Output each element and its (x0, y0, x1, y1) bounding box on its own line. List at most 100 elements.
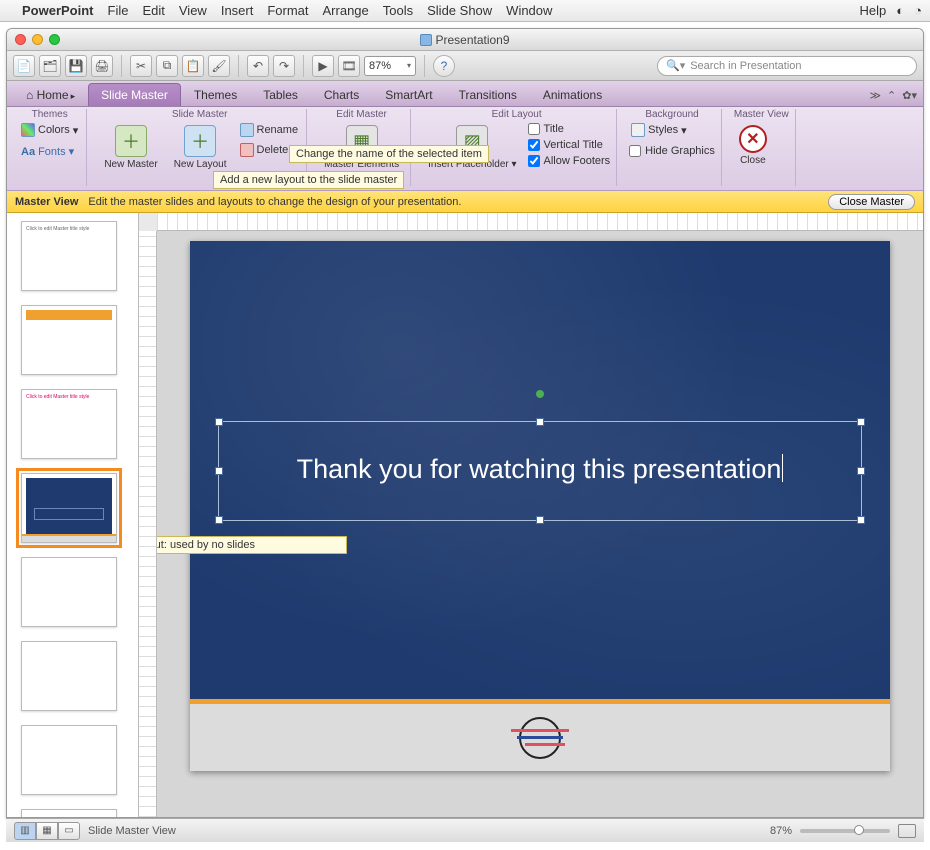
menu-file[interactable]: File (108, 3, 129, 18)
colors-button[interactable]: Colors ▾ (19, 122, 80, 138)
thumb-3[interactable]: Click to edit Master title style (21, 389, 117, 459)
copy-button[interactable]: ⧉ (156, 55, 178, 77)
paste-button[interactable]: 📋 (182, 55, 204, 77)
slide-footer (190, 699, 890, 771)
slide[interactable]: Thank you for watching this presentation (190, 241, 890, 771)
styles-button[interactable]: Styles ▾ (629, 122, 689, 138)
thumb-8[interactable] (21, 809, 117, 817)
infobar-text: Edit the master slides and layouts to ch… (88, 196, 461, 208)
fonts-button[interactable]: Aa Fonts ▾ (19, 144, 76, 159)
slide-title-text[interactable]: Thank you for watching this presentation (219, 422, 861, 485)
rename-tooltip: Change the name of the selected item (289, 145, 489, 163)
hide-graphics-checkbox[interactable]: Hide Graphics (629, 144, 715, 158)
status-zoom: 87% (770, 825, 792, 837)
title-checkbox[interactable]: Title (528, 122, 611, 136)
tab-smartart[interactable]: SmartArt (372, 83, 445, 106)
rename-button[interactable]: Rename (238, 122, 301, 138)
thumb-7[interactable] (21, 725, 117, 795)
editor: Thank you for watching this presentation… (139, 213, 923, 817)
thumb-4-selected[interactable] (21, 473, 117, 543)
search-input[interactable]: 🔍▾ Search in Presentation (657, 56, 917, 76)
thumb-5[interactable] (21, 557, 117, 627)
media-button[interactable]: 🎞 (338, 55, 360, 77)
tab-tables[interactable]: Tables (250, 83, 311, 106)
print-button[interactable]: 🖨 (91, 55, 113, 77)
infobar-label: Master View (15, 196, 78, 208)
thumbnail-panel[interactable]: Click to edit Master title style Click t… (7, 213, 139, 817)
new-master-button[interactable]: ＋New Master (99, 122, 162, 173)
new-layout-tooltip: Add a new layout to the slide master (213, 171, 404, 189)
menu-insert[interactable]: Insert (221, 3, 254, 18)
rotation-handle[interactable] (536, 390, 544, 398)
close-master-button[interactable]: Close Master (828, 194, 915, 210)
slideshow-button[interactable]: ▶ (312, 55, 334, 77)
new-layout-button[interactable]: ＋New Layout (169, 122, 232, 173)
tab-transitions[interactable]: Transitions (446, 83, 530, 106)
slide-canvas[interactable]: Thank you for watching this presentation… (157, 231, 923, 817)
view-normal-button[interactable]: ▥ (14, 822, 36, 840)
status-bar: ▥ ▦ ▭ Slide Master View 87% (6, 818, 924, 842)
logo-icon (511, 717, 569, 759)
ribbon-collapse-icon[interactable]: ⌃ (887, 89, 896, 102)
new-doc-button[interactable]: 📄 (13, 55, 35, 77)
zoom-slider-knob[interactable] (854, 825, 864, 835)
tab-home[interactable]: Home▸ (13, 83, 88, 106)
menu-arrange[interactable]: Arrange (323, 3, 369, 18)
resize-handle-w[interactable] (215, 467, 223, 475)
redo-button[interactable]: ↷ (273, 55, 295, 77)
menu-window[interactable]: Window (506, 3, 552, 18)
open-button[interactable]: 🗂 (39, 55, 61, 77)
menu-view[interactable]: View (179, 3, 207, 18)
undo-button[interactable]: ↶ (247, 55, 269, 77)
view-slideshow-button[interactable]: ▭ (58, 822, 80, 840)
menu-edit[interactable]: Edit (142, 3, 164, 18)
tab-charts[interactable]: Charts (311, 83, 372, 106)
text-placeholder-selected[interactable]: Thank you for watching this presentation (218, 421, 862, 521)
thumb-6[interactable] (21, 641, 117, 711)
resize-handle-nw[interactable] (215, 418, 223, 426)
clock-icon: ◔ (914, 3, 922, 18)
format-painter-button[interactable]: 🖌 (208, 55, 230, 77)
help-button[interactable]: ? (433, 55, 455, 77)
allow-footers-checkbox[interactable]: Allow Footers (528, 154, 611, 168)
fit-to-window-button[interactable] (898, 824, 916, 838)
zoom-slider[interactable] (800, 829, 890, 833)
ruler-horizontal[interactable] (157, 213, 923, 231)
search-placeholder: Search in Presentation (690, 60, 801, 72)
zoom-combo[interactable]: 87% (364, 56, 416, 76)
menu-help[interactable]: Help (860, 3, 887, 18)
resize-handle-s[interactable] (536, 516, 544, 524)
tab-slide-master[interactable]: Slide Master (88, 83, 181, 106)
tab-animations[interactable]: Animations (530, 83, 615, 106)
close-master-view-button[interactable]: ✕Close (734, 122, 772, 169)
tabs-overflow[interactable]: ≫ (870, 89, 882, 102)
search-icon: 🔍▾ (666, 59, 685, 72)
standard-toolbar: 📄 🗂 💾 🖨 ✂ ⧉ 📋 🖌 ↶ ↷ ▶ 🎞 87% ? 🔍▾ Search … (7, 51, 923, 81)
resize-handle-e[interactable] (857, 467, 865, 475)
cut-button[interactable]: ✂ (130, 55, 152, 77)
ribbon-group-themes: Themes Colors ▾ Aa Fonts ▾ (13, 109, 87, 186)
resize-handle-se[interactable] (857, 516, 865, 524)
menu-tools[interactable]: Tools (383, 3, 413, 18)
master-view-infobar: Master View Edit the master slides and l… (7, 191, 923, 213)
tab-themes[interactable]: Themes (181, 83, 250, 106)
new-layout-icon: ＋ (184, 125, 216, 157)
resize-handle-ne[interactable] (857, 418, 865, 426)
app-name[interactable]: PowerPoint (22, 3, 94, 18)
menu-slideshow[interactable]: Slide Show (427, 3, 492, 18)
resize-handle-sw[interactable] (215, 516, 223, 524)
vertical-title-checkbox[interactable]: Vertical Title (528, 138, 611, 152)
thumb-1[interactable]: Click to edit Master title style (21, 221, 117, 291)
thumb-2[interactable] (21, 305, 117, 375)
view-sorter-button[interactable]: ▦ (36, 822, 58, 840)
ruler-vertical[interactable] (139, 231, 157, 817)
save-button[interactable]: 💾 (65, 55, 87, 77)
menu-format[interactable]: Format (267, 3, 308, 18)
battery-icon: ◐ (896, 3, 904, 18)
ribbon-settings-icon[interactable]: ✿▾ (902, 89, 917, 102)
resize-handle-n[interactable] (536, 418, 544, 426)
delete-icon (240, 143, 254, 157)
mac-menubar: PowerPoint File Edit View Insert Format … (0, 0, 930, 22)
new-master-icon: ＋ (115, 125, 147, 157)
ribbon: Themes Colors ▾ Aa Fonts ▾ Slide Master … (7, 107, 923, 191)
